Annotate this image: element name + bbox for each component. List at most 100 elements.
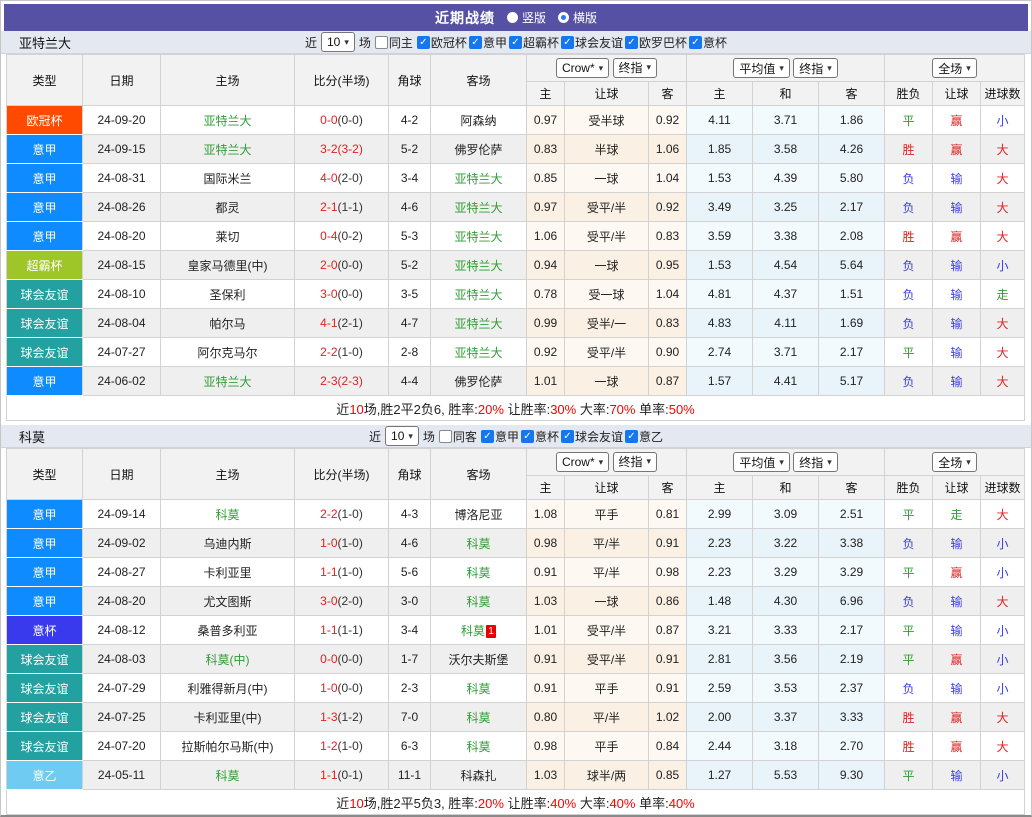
home-team-cell: 阿尔克马尔 (161, 338, 295, 367)
home-team: 尤文图斯 (203, 595, 251, 609)
table-row: 球会友谊 24-08-10 圣保利 3-0(0-0) 3-5 亚特兰大 0.78… (7, 280, 1025, 309)
col-header-goals: 进球数 (981, 476, 1025, 500)
odds-time-select[interactable]: 终指▾ (613, 452, 658, 472)
checkbox-checked-icon[interactable]: ✓ (625, 36, 638, 49)
score-cell: 1-1(0-1) (295, 761, 389, 790)
result-winloss: 平 (885, 616, 933, 645)
result-handicap: 赢 (933, 106, 981, 135)
halftime-score: (0-0) (338, 681, 363, 695)
checkbox-checked-icon[interactable]: ✓ (417, 36, 430, 49)
result-handicap: 输 (933, 587, 981, 616)
match-count-select[interactable]: 10▾ (321, 32, 355, 52)
average-time-select[interactable]: 终指▾ (793, 452, 838, 472)
league-filter-checkbox[interactable]: ✓超霸杯 (509, 34, 559, 51)
odds-away: 0.87 (649, 367, 687, 396)
checkbox-unchecked-icon[interactable] (439, 430, 452, 443)
result-goals: 小 (981, 106, 1025, 135)
checkbox-checked-icon[interactable]: ✓ (509, 36, 522, 49)
same-venue-filter[interactable]: 同主 (375, 34, 413, 51)
away-team-cell: 科莫 (431, 703, 527, 732)
home-team: 科莫 (215, 769, 239, 783)
result-goals: 小 (981, 645, 1025, 674)
avg-away-odds: 3.29 (819, 558, 885, 587)
checkbox-checked-icon[interactable]: ✓ (481, 430, 494, 443)
avg-home-odds: 1.27 (687, 761, 753, 790)
result-winloss: 平 (885, 106, 933, 135)
fulltime-score: 2-1 (320, 200, 337, 214)
scope-select[interactable]: 全场▾ (932, 452, 977, 472)
team-section-header-atalanta: 亚特兰大 近 10▾ 场 同主 ✓欧冠杯✓意甲✓超霸杯✓球会友谊✓欧罗巴杯✓意杯 (1, 31, 1031, 54)
odds-company-group: Crow*▾ 终指▾ (527, 449, 687, 476)
checkbox-checked-icon[interactable]: ✓ (561, 430, 574, 443)
radio-selected-icon[interactable] (558, 12, 569, 23)
match-count-select[interactable]: 10▾ (385, 426, 419, 446)
average-select[interactable]: 平均值 ▾ (733, 58, 790, 78)
away-team: 科莫 (466, 682, 490, 696)
away-team-cell: 科莫 (431, 558, 527, 587)
avg-draw-odds: 5.53 (753, 761, 819, 790)
odds-away: 0.86 (649, 587, 687, 616)
handicap-line: 平/半 (565, 529, 649, 558)
result-winloss: 负 (885, 587, 933, 616)
score-cell: 3-2(3-2) (295, 135, 389, 164)
odds-company-select[interactable]: Crow*▾ (556, 452, 609, 472)
league-filter-checkbox[interactable]: ✓欧罗巴杯 (625, 34, 687, 51)
checkbox-checked-icon[interactable]: ✓ (625, 430, 638, 443)
handicap-line: 受半/一 (565, 309, 649, 338)
checkbox-checked-icon[interactable]: ✓ (689, 36, 702, 49)
league-filter-checkbox[interactable]: ✓意杯 (521, 428, 559, 445)
avg-away-odds: 1.51 (819, 280, 885, 309)
away-team: 科莫 (466, 740, 490, 754)
checkbox-checked-icon[interactable]: ✓ (521, 430, 534, 443)
col-header-score: 比分(半场) (295, 55, 389, 106)
checkbox-checked-icon[interactable]: ✓ (469, 36, 482, 49)
home-team-cell: 亚特兰大 (161, 135, 295, 164)
odds-away: 0.95 (649, 251, 687, 280)
score-cell: 4-1(2-1) (295, 309, 389, 338)
radio-vertical-layout[interactable]: 竖版 (507, 9, 546, 26)
away-team: 亚特兰大 (454, 317, 502, 331)
match-date: 24-09-02 (83, 529, 161, 558)
league-filter-checkbox[interactable]: ✓球会友谊 (561, 34, 623, 51)
away-team-cell: 阿森纳 (431, 106, 527, 135)
halftime-score: (1-0) (338, 345, 363, 359)
score-cell: 2-1(1-1) (295, 193, 389, 222)
league-filter-checkbox[interactable]: ✓意杯 (689, 34, 727, 51)
col-header-home: 主场 (161, 449, 295, 500)
handicap-line: 一球 (565, 587, 649, 616)
result-handicap: 输 (933, 529, 981, 558)
scope-select[interactable]: 全场▾ (932, 58, 977, 78)
league-type-cell: 意杯 (7, 616, 83, 645)
checkbox-checked-icon[interactable]: ✓ (561, 36, 574, 49)
score-cell: 2-0(0-0) (295, 251, 389, 280)
corner-score: 4-4 (389, 367, 431, 396)
average-value: 平均值 (739, 60, 775, 77)
col-header-away: 客场 (431, 55, 527, 106)
radio-horizontal-layout[interactable]: 横版 (558, 9, 597, 26)
league-filter-checkbox[interactable]: ✓球会友谊 (561, 428, 623, 445)
radio-unselected-icon[interactable] (507, 12, 518, 23)
league-filter-checkbox[interactable]: ✓意乙 (625, 428, 663, 445)
handicap-line: 受半球 (565, 106, 649, 135)
checkbox-unchecked-icon[interactable] (375, 36, 388, 49)
match-date: 24-08-27 (83, 558, 161, 587)
score-cell: 1-0(0-0) (295, 674, 389, 703)
odds-company-select[interactable]: Crow*▾ (556, 58, 609, 78)
odds-home: 0.92 (527, 338, 565, 367)
league-filter-checkbox[interactable]: ✓欧冠杯 (417, 34, 467, 51)
handicap-line: 平/半 (565, 558, 649, 587)
league-filter-checkbox[interactable]: ✓意甲 (469, 34, 507, 51)
avg-draw-odds: 3.71 (753, 338, 819, 367)
halftime-score: (1-0) (338, 507, 363, 521)
average-select[interactable]: 平均值▾ (733, 452, 790, 472)
average-time-select[interactable]: 终指▾ (793, 58, 838, 78)
near-label: 近 (305, 34, 317, 51)
same-venue-filter[interactable]: 同客 (439, 428, 477, 445)
chevron-down-icon: ▾ (779, 63, 784, 74)
avg-home-odds: 2.23 (687, 529, 753, 558)
table-row: 意甲 24-08-20 莱切 0-4(0-2) 5-3 亚特兰大 1.06 受平… (7, 222, 1025, 251)
home-team: 皇家马德里(中) (188, 259, 268, 273)
odds-time-select[interactable]: 终指▾ (613, 58, 658, 78)
col-header-score: 比分(半场) (295, 449, 389, 500)
league-filter-checkbox[interactable]: ✓意甲 (481, 428, 519, 445)
